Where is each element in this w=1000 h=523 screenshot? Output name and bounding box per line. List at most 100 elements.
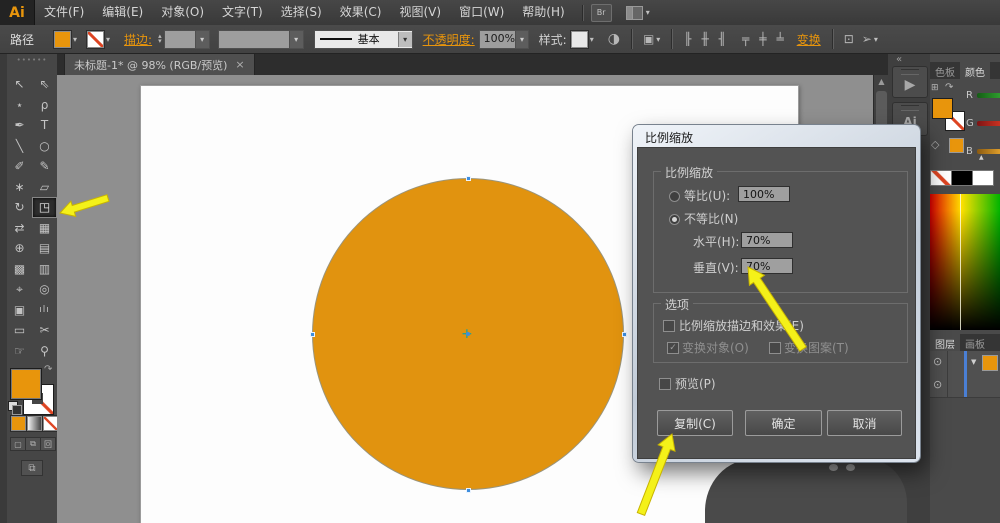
blend-tool[interactable]: ◎ <box>33 280 56 299</box>
color-mode-button[interactable] <box>11 416 26 431</box>
workspace-switcher[interactable]: ▾ <box>626 6 650 20</box>
tab-swatches[interactable]: 色板 <box>930 62 960 79</box>
stroke-weight-select[interactable]: ▾ <box>164 30 210 49</box>
black-swatch[interactable] <box>951 170 973 186</box>
menu-file[interactable]: 文件(F) <box>35 0 93 25</box>
transform-panel-link[interactable]: 变换 <box>797 31 821 48</box>
document-tab[interactable]: 未标题-1* @ 98% (RGB/预览) × <box>64 54 255 75</box>
isolate-selection-button[interactable]: ➢ ▾ <box>858 32 882 46</box>
bounding-box-button[interactable]: ⊡ <box>840 32 858 46</box>
fill-color-picker[interactable]: ▾ <box>54 31 77 48</box>
width-tool[interactable]: ⇄ <box>8 218 31 237</box>
recolor-artwork-button[interactable]: ◑ <box>604 31 624 47</box>
shape-builder-tool[interactable]: ⊕ <box>8 239 31 258</box>
tab-color[interactable]: 颜色 <box>960 62 990 79</box>
artboard-tool[interactable]: ▭ <box>8 321 31 340</box>
swap-colors-icon[interactable]: ↷ <box>945 82 953 93</box>
color-spectrum[interactable] <box>930 194 1000 330</box>
free-transform-tool[interactable]: ▦ <box>33 218 56 237</box>
stroke-weight-stepper[interactable]: ▴ ▾ <box>158 34 162 44</box>
cancel-button[interactable]: 取消 <box>827 410 902 436</box>
align-center-button[interactable]: ╫ <box>697 32 714 46</box>
perspective-grid-tool[interactable]: ▤ <box>33 239 56 258</box>
bridge-button[interactable]: Br <box>591 4 612 22</box>
draw-inside-button[interactable]: 回 <box>40 437 56 451</box>
stroke-color-picker[interactable]: ▾ <box>87 31 110 48</box>
nonuniform-radio[interactable] <box>669 214 680 225</box>
pen-tool[interactable]: ✒ <box>8 116 31 135</box>
menu-view[interactable]: 视图(V) <box>390 0 450 25</box>
white-swatch[interactable] <box>972 170 994 186</box>
tab-artboards[interactable]: 画板 <box>960 334 990 351</box>
lasso-tool[interactable]: ρ <box>33 95 56 114</box>
horizontal-input[interactable]: 70% <box>741 232 793 248</box>
layer-row[interactable]: ⊙ <box>930 374 1000 398</box>
tab-layers[interactable]: 图层 <box>930 334 960 351</box>
blob-brush-tool[interactable]: ∗ <box>8 177 31 196</box>
layer-row[interactable]: ⊙ ▼ <box>930 351 1000 375</box>
vertical-input[interactable]: 70% <box>741 258 793 274</box>
line-segment-tool[interactable]: ╲ <box>8 136 31 155</box>
rotate-tool[interactable]: ↻ <box>8 198 31 217</box>
close-icon[interactable]: × <box>235 58 244 71</box>
paintbrush-tool[interactable]: ✐ <box>8 157 31 176</box>
eraser-tool[interactable]: ▱ <box>33 177 56 196</box>
draw-normal-button[interactable]: ▢ <box>10 437 26 451</box>
pencil-tool[interactable]: ✎ <box>33 157 56 176</box>
menu-object[interactable]: 对象(O) <box>152 0 213 25</box>
selection-tool[interactable]: ↖ <box>8 75 31 94</box>
menu-select[interactable]: 选择(S) <box>272 0 331 25</box>
copy-icon[interactable]: ⊞ <box>931 83 939 93</box>
slider-marker-icon[interactable]: ▲ <box>979 154 984 161</box>
toolbar-grip[interactable]: •••••• <box>7 56 57 64</box>
transform-objects-checkbox[interactable]: ✓ <box>667 342 679 354</box>
screen-mode-button[interactable]: ⧉ <box>21 460 43 476</box>
copy-button[interactable]: 复制(C) <box>657 410 733 436</box>
last-color-swatch[interactable] <box>949 138 964 153</box>
uniform-input[interactable]: 100% <box>738 186 790 202</box>
default-fill-stroke-icon[interactable] <box>8 401 21 413</box>
ellipse-tool[interactable]: ○ <box>33 136 56 155</box>
layer-expander-icon[interactable]: ▼ <box>971 358 976 366</box>
gradient-mode-button[interactable] <box>27 416 42 431</box>
gradient-tool[interactable]: ▥ <box>33 259 56 278</box>
collapse-panels-icon[interactable]: « <box>896 54 902 65</box>
style-picker[interactable]: ▾ <box>571 31 594 48</box>
anchor-point-bottom[interactable] <box>466 488 471 493</box>
align-left-button[interactable]: ╟ <box>679 32 696 46</box>
column-graph-tool[interactable]: ılı <box>33 300 56 319</box>
uniform-radio[interactable] <box>669 191 680 202</box>
preview-checkbox[interactable] <box>659 378 671 390</box>
fill-swatch[interactable] <box>10 368 42 400</box>
direct-selection-tool[interactable]: ⇖ <box>33 75 56 94</box>
eyedropper-tool[interactable]: ⌖ <box>8 280 31 299</box>
align-to-button[interactable]: ▣ ▾ <box>639 32 664 46</box>
nonuniform-label[interactable]: 不等比(N) <box>684 210 738 227</box>
ok-button[interactable]: 确定 <box>745 410 822 436</box>
width-profile-select[interactable]: ▾ <box>218 30 304 49</box>
menu-type[interactable]: 文字(T) <box>213 0 272 25</box>
green-channel-slider[interactable] <box>977 121 1000 126</box>
none-mode-button[interactable] <box>43 416 58 431</box>
opacity-select[interactable]: 100% ▾ <box>479 30 529 49</box>
zoom-tool[interactable]: ⚲ <box>33 341 56 360</box>
menu-effect[interactable]: 效果(C) <box>331 0 391 25</box>
align-middle-button[interactable]: ╪ <box>754 32 771 46</box>
align-top-button[interactable]: ╤ <box>737 32 754 46</box>
anchor-point-top[interactable] <box>466 176 471 181</box>
uniform-label[interactable]: 等比(U): <box>684 187 730 204</box>
scale-strokes-checkbox[interactable] <box>663 320 675 332</box>
align-right-button[interactable]: ╢ <box>714 32 731 46</box>
mesh-tool[interactable]: ▩ <box>8 259 31 278</box>
hand-tool[interactable]: ☞ <box>8 341 31 360</box>
menu-window[interactable]: 窗口(W) <box>450 0 513 25</box>
scale-tool[interactable]: ◳ <box>32 197 57 218</box>
draw-behind-button[interactable]: ⧉ <box>25 437 41 451</box>
none-swatch[interactable] <box>930 170 952 186</box>
menu-help[interactable]: 帮助(H) <box>513 0 573 25</box>
layer-thumbnail[interactable] <box>982 355 998 371</box>
symbol-sprayer-tool[interactable]: ▣ <box>8 300 31 319</box>
panel-fill-swatch[interactable] <box>932 98 953 119</box>
type-tool[interactable]: T <box>33 116 56 135</box>
menu-edit[interactable]: 编辑(E) <box>93 0 152 25</box>
